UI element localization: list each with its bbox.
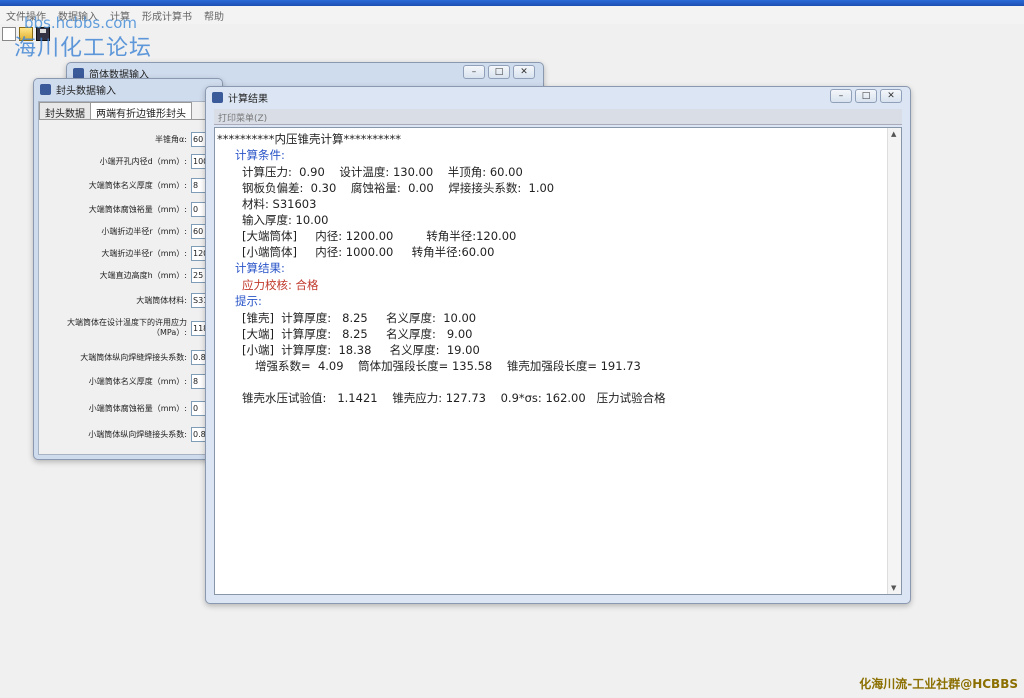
field-label: 小端折边半径r（mm）: <box>101 226 187 236</box>
maximize-button[interactable]: □ <box>488 65 510 79</box>
result-line: 应力校核: 合格 <box>242 278 319 292</box>
app-menubar: 文件操作 数据输入 计算 形成计算书 帮助 <box>0 6 1024 24</box>
result-line: 材料: S31603 <box>242 197 317 211</box>
field-row: 大端筒体在设计温度下的许用应力（MPa）: 118 <box>67 318 213 338</box>
field-row: 小端开孔内径d（mm）: 1000 <box>100 154 213 169</box>
field-row: 小端折边半径r（mm）: 60 <box>101 224 213 239</box>
result-line: **********内压锥壳计算********** <box>217 132 401 146</box>
result-line: 增强系数= 4.09 筒体加强段长度= 135.58 锥壳加强段长度= 191.… <box>255 359 641 373</box>
field-label: 大端筒体在设计温度下的许用应力（MPa）: <box>67 318 187 337</box>
result-line: 计算结果: <box>235 261 285 275</box>
window-title: 封头数据输入 <box>56 85 116 97</box>
head-input-window[interactable]: 封头数据输入 封头数据 两端有折边锥形封头 半锥角α: 60 小端开孔内径d（mm… <box>33 78 223 460</box>
field-row: 大端直边高度h（mm）: 25 <box>100 268 213 283</box>
result-line: 计算条件: <box>235 148 285 162</box>
print-menu[interactable]: 打印菜单(Z) <box>214 109 902 125</box>
field-label: 大端筒体腐蚀裕量（mm）: <box>88 204 187 214</box>
scroll-up-icon[interactable]: ▲ <box>891 130 896 138</box>
result-text-area[interactable]: **********内压锥壳计算********** 计算条件: 计算压力: 0… <box>214 127 902 595</box>
field-label: 大端直边高度h（mm）: <box>99 270 187 280</box>
result-line: 钢板负偏差: 0.30 腐蚀裕量: 0.00 焊接接头系数: 1.00 <box>242 181 555 195</box>
field-label: 大端折边半径r（mm）: <box>101 248 187 258</box>
field-label: 小端筒体名义厚度（mm）: <box>88 376 187 386</box>
menu-report[interactable]: 形成计算书 <box>136 8 198 23</box>
field-row: 小端筒体名义厚度（mm）: 8 <box>89 374 213 389</box>
window-icon <box>40 83 51 95</box>
result-line: 计算压力: 0.90 设计温度: 130.00 半顶角: 60.00 <box>242 165 523 179</box>
window-icon <box>212 91 223 103</box>
app-toolbar <box>0 24 1024 44</box>
input-client-area: 封头数据 两端有折边锥形封头 半锥角α: 60 小端开孔内径d（mm）: 1000 … <box>38 101 218 455</box>
window-titlebar[interactable]: 计算结果 <box>206 87 910 107</box>
field-row: 小端筒体腐蚀裕量（mm）: 0 <box>89 401 213 416</box>
close-button[interactable]: ✕ <box>513 65 535 79</box>
field-label: 小端筒体纵向焊缝接头系数: <box>88 429 187 439</box>
watermark-footer: 化海川流-工业社群@HCBBS <box>859 677 1018 691</box>
vertical-scrollbar[interactable]: ▲ ▼ <box>887 128 901 594</box>
result-window[interactable]: 计算结果 – □ ✕ 打印菜单(Z) **********内压锥壳计算*****… <box>205 86 911 604</box>
result-line: [大端筒体] 内径: 1200.00 转角半径:120.00 <box>242 229 517 243</box>
tab-strip: 封头数据 两端有折边锥形封头 <box>39 102 217 120</box>
field-row: 大端筒体材料:S31603 <box>136 293 213 308</box>
watermark-forum: 海川化工论坛 <box>14 36 153 61</box>
menu-help[interactable]: 帮助 <box>198 8 230 23</box>
result-line: [小端筒体] 内径: 1000.00 转角半径:60.00 <box>242 245 495 259</box>
maximize-button[interactable]: □ <box>855 89 877 103</box>
window-title: 计算结果 <box>228 93 268 105</box>
field-label: 大端筒体纵向焊缝焊接头系数: <box>80 352 187 362</box>
result-line: 锥壳水压试验值: 1.1421 锥壳应力: 127.73 0.9*σs: 162… <box>242 391 666 405</box>
field-row: 大端折边半径r（mm）: 120 <box>101 246 213 261</box>
minimize-button[interactable]: – <box>830 89 852 103</box>
result-line: [大端] 计算厚度: 8.25 名义厚度: 9.00 <box>242 327 473 341</box>
result-line: [小端] 计算厚度: 18.38 名义厚度: 19.00 <box>242 343 480 357</box>
scroll-down-icon[interactable]: ▼ <box>891 584 896 592</box>
field-row: 大端筒体纵向焊缝焊接头系数: 0.85 <box>80 350 213 365</box>
tab-flanged-cone[interactable]: 两端有折边锥形封头 <box>90 102 192 120</box>
result-line: [锥壳] 计算厚度: 8.25 名义厚度: 10.00 <box>242 311 477 325</box>
field-label: 大端筒体名义厚度（mm）: <box>88 180 187 190</box>
field-label: 小端开孔内径d（mm）: <box>99 156 187 166</box>
field-row: 大端筒体名义厚度（mm）: 8 <box>89 178 213 193</box>
result-line: 提示: <box>235 294 262 308</box>
tab-head-data[interactable]: 封头数据 <box>39 102 91 120</box>
field-label: 小端筒体腐蚀裕量（mm）: <box>88 403 187 413</box>
field-label: 大端筒体材料: <box>136 295 187 305</box>
result-line: 输入厚度: 10.00 <box>242 213 329 227</box>
field-row: 大端筒体腐蚀裕量（mm）: 0 <box>89 202 213 217</box>
field-label: 半锥角α: <box>155 134 187 144</box>
window-titlebar[interactable]: 封头数据输入 <box>34 79 222 99</box>
field-row: 小端筒体纵向焊缝接头系数: 0.85 <box>88 427 213 442</box>
close-button[interactable]: ✕ <box>880 89 902 103</box>
minimize-button[interactable]: – <box>463 65 485 79</box>
window-icon <box>73 67 84 79</box>
